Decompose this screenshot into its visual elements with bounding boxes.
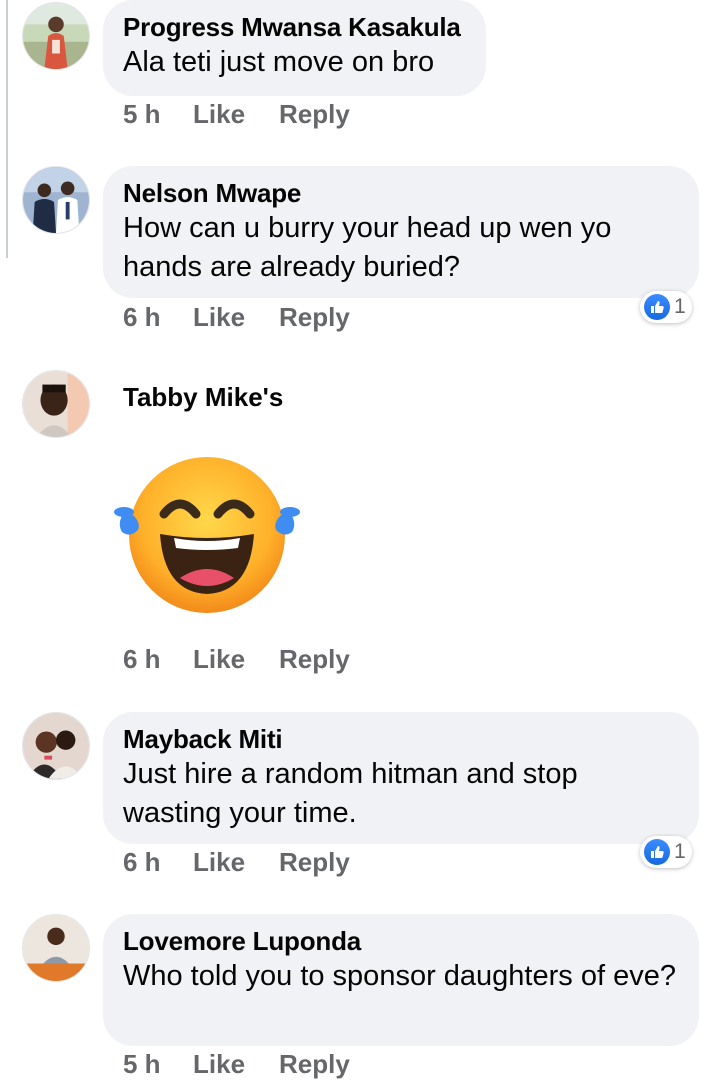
comment-author[interactable]: Tabby Mike's [123, 382, 283, 413]
avatar[interactable] [22, 370, 90, 438]
avatar[interactable] [22, 2, 90, 70]
reply-button[interactable]: Reply [279, 302, 350, 333]
like-reaction-icon [644, 294, 670, 320]
comment-actions: 6 h Like Reply [123, 644, 350, 675]
comment-bubble: Mayback Miti Just hire a random hitman a… [103, 712, 699, 844]
comment-time[interactable]: 6 h [123, 302, 193, 333]
like-button[interactable]: Like [193, 847, 279, 878]
comment-author[interactable]: Mayback Miti [123, 724, 679, 755]
avatar[interactable] [22, 712, 90, 780]
like-button[interactable]: Like [193, 302, 279, 333]
thread-line [6, 0, 8, 258]
comment-actions: 6 h Like Reply [123, 302, 350, 333]
comment-actions: 6 h Like Reply [123, 847, 350, 878]
comment-bubble: Progress Mwansa Kasakula Ala teti just m… [103, 0, 486, 96]
reply-button[interactable]: Reply [279, 99, 350, 130]
reaction-count: 1 [674, 840, 686, 863]
comment-text: Just hire a random hitman and stop wasti… [123, 758, 578, 829]
comment-actions: 5 h Like Reply [123, 99, 350, 130]
comment-time[interactable]: 6 h [123, 644, 193, 675]
reaction-count: 1 [674, 295, 686, 318]
laughing-tears-emoji-icon [112, 452, 302, 622]
comment-bubble: Nelson Mwape How can u burry your head u… [103, 166, 699, 298]
comment-author[interactable]: Nelson Mwape [123, 178, 679, 209]
like-reaction-icon [644, 839, 670, 865]
comment-text: Ala teti just move on bro [123, 46, 435, 78]
comment-author[interactable]: Lovemore Luponda [123, 926, 679, 957]
like-button[interactable]: Like [193, 99, 279, 130]
avatar[interactable] [22, 914, 90, 982]
comment-text: Who told you to sponsor daughters of eve… [123, 960, 676, 992]
avatar[interactable] [22, 166, 90, 234]
reaction-count-badge[interactable]: 1 [640, 836, 692, 868]
comment-time[interactable]: 6 h [123, 847, 193, 878]
reaction-count-badge[interactable]: 1 [640, 291, 692, 323]
comment-bubble: Lovemore Luponda Who told you to sponsor… [103, 914, 699, 1046]
reply-button[interactable]: Reply [279, 644, 350, 675]
reply-button[interactable]: Reply [279, 847, 350, 878]
like-button[interactable]: Like [193, 644, 279, 675]
comment-text: How can u burry your head up wen yo hand… [123, 212, 612, 283]
comment-author[interactable]: Progress Mwansa Kasakula [123, 12, 466, 43]
comment-time[interactable]: 5 h [123, 99, 193, 130]
